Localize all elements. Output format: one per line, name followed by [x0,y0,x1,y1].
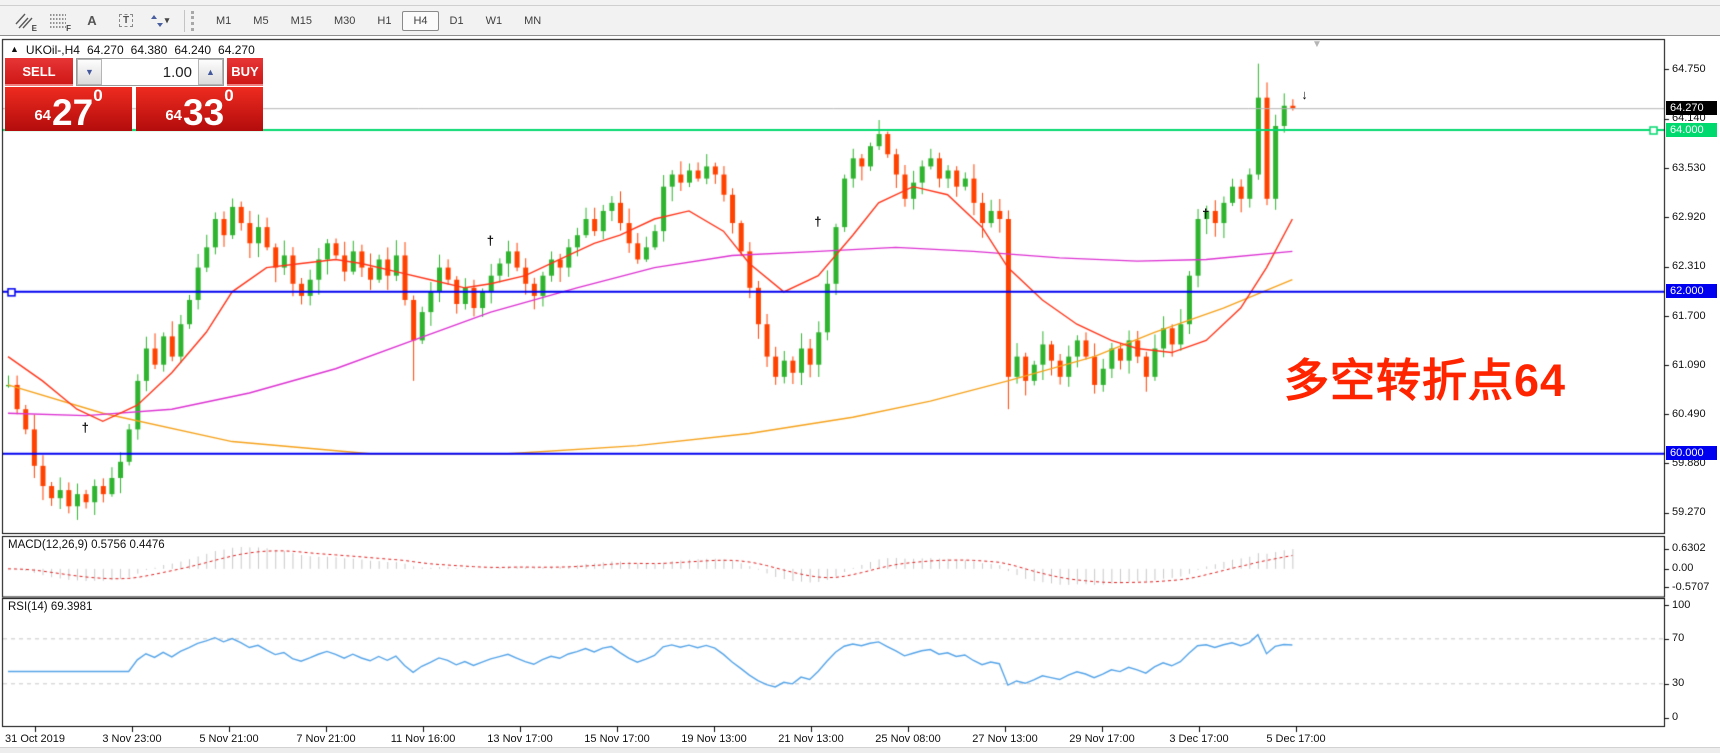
macd-indicator-label: MACD(12,26,9) 0.5756 0.4476 [8,539,165,551]
ohlc-open: 64.270 [87,43,124,57]
trading-terminal-window: E F A T ▾ M1 M5 M15 M30 H1 H4 D1 W1 MN ▲… [0,0,1720,753]
sell-price-pips: 27 [52,98,93,128]
buy-price-fraction: 0 [224,86,233,106]
sell-price-big-figure: 64 [34,107,51,124]
rsi-value: 69.3981 [51,601,93,613]
rsi-name: RSI(14) [8,601,48,613]
volume-decrease-button[interactable]: ▼ [77,59,102,85]
buy-button[interactable]: BUY [227,58,263,86]
buy-price-big-figure: 64 [165,107,182,124]
sell-price-panel[interactable]: 64 27 0 [5,87,132,131]
buy-price-panel[interactable]: 64 33 0 [136,87,263,131]
rsi-indicator-label: RSI(14) 69.3981 [8,601,92,613]
macd-values: 0.5756 0.4476 [91,539,165,551]
ohlc-high: 64.380 [131,43,168,57]
symbol-marker-icon: ▲ [10,44,19,57]
volume-input[interactable] [102,59,198,85]
chart-text-annotation[interactable]: 多空转折点64 [1284,344,1566,409]
buy-price-pips: 33 [183,98,224,128]
macd-name: MACD(12,26,9) [8,539,88,551]
one-click-trade-panel: SELL ▼ ▲ BUY 64 27 0 64 33 0 [5,58,263,131]
volume-group: ▼ ▲ [76,58,224,86]
symbol-label: UKOil-,H4 [26,43,80,57]
sell-price-fraction: 0 [93,86,102,106]
volume-increase-button[interactable]: ▲ [198,59,223,85]
chart-ohlc-header: ▲ UKOil-,H4 64.270 64.380 64.240 64.270 [10,43,255,57]
ohlc-close: 64.270 [218,43,255,57]
ohlc-low: 64.240 [174,43,211,57]
sell-button[interactable]: SELL [5,58,73,86]
